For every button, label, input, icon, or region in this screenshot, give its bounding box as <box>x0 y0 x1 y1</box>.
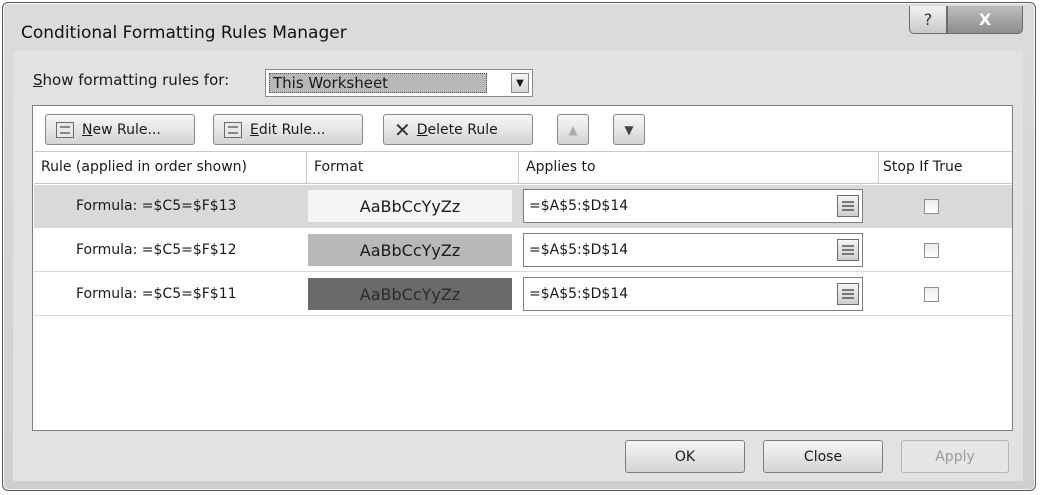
column-header-format: Format <box>307 152 519 183</box>
help-button[interactable]: ? <box>909 6 947 34</box>
rule-row[interactable]: Formula: =$C5=$F$13 AaBbCcYyZz =$A$5:$D$… <box>34 185 1012 228</box>
rules-panel: New Rule... Edit Rule... ✕ Delete Rule ▲… <box>32 105 1013 431</box>
new-rule-button[interactable]: New Rule... <box>45 114 195 145</box>
new-rule-label: New Rule... <box>82 121 161 138</box>
stop-if-true-checkbox[interactable] <box>924 243 939 258</box>
new-rule-icon <box>56 121 74 138</box>
window-close-button[interactable]: X <box>947 6 1023 34</box>
delete-rule-button[interactable]: ✕ Delete Rule <box>383 114 533 145</box>
arrow-up-icon: ▲ <box>568 122 578 137</box>
delete-rule-label: Delete Rule <box>416 121 498 138</box>
applies-to-value: =$A$5:$D$14 <box>529 198 629 214</box>
applies-to-input[interactable]: =$A$5:$D$14 <box>523 189 863 223</box>
column-header-applies-to: Applies to <box>519 152 879 183</box>
apply-button[interactable]: Apply <box>901 440 1009 473</box>
rule-formula: Formula: =$C5=$F$11 <box>76 286 237 302</box>
chevron-down-icon[interactable]: ▼ <box>511 73 529 93</box>
delete-icon: ✕ <box>394 117 411 142</box>
rules-toolbar: New Rule... Edit Rule... ✕ Delete Rule ▲… <box>33 106 1012 151</box>
applies-to-value: =$A$5:$D$14 <box>529 286 629 302</box>
applies-to-input[interactable]: =$A$5:$D$14 <box>523 233 863 267</box>
range-select-icon[interactable] <box>837 239 859 261</box>
rule-row[interactable]: Formula: =$C5=$F$12 AaBbCcYyZz =$A$5:$D$… <box>34 229 1012 272</box>
move-down-button[interactable]: ▼ <box>613 114 645 145</box>
applies-to-input[interactable]: =$A$5:$D$14 <box>523 277 863 311</box>
format-preview: AaBbCcYyZz <box>308 190 512 222</box>
rule-row[interactable]: Formula: =$C5=$F$11 AaBbCcYyZz =$A$5:$D$… <box>34 273 1012 316</box>
range-select-icon[interactable] <box>837 195 859 217</box>
close-icon: X <box>978 10 992 29</box>
arrow-down-icon: ▼ <box>624 122 634 137</box>
column-header-rule: Rule (applied in order shown) <box>34 152 307 183</box>
format-preview: AaBbCcYyZz <box>308 234 512 266</box>
show-rules-label: Show formatting rules for: <box>33 71 230 89</box>
dialog-content: Show formatting rules for: This Workshee… <box>13 51 1023 481</box>
dialog-window: Conditional Formatting Rules Manager ? X… <box>2 2 1036 491</box>
rule-formula: Formula: =$C5=$F$13 <box>76 198 237 214</box>
stop-if-true-checkbox[interactable] <box>924 199 939 214</box>
format-preview: AaBbCcYyZz <box>308 278 512 310</box>
help-icon: ? <box>923 10 933 29</box>
range-select-icon[interactable] <box>837 283 859 305</box>
edit-rule-button[interactable]: Edit Rule... <box>213 114 363 145</box>
close-button[interactable]: Close <box>763 440 883 473</box>
show-rules-selected-value: This Worksheet <box>269 73 487 93</box>
show-rules-dropdown[interactable]: This Worksheet ▼ <box>265 69 533 97</box>
edit-rule-icon <box>224 121 242 138</box>
dialog-title: Conditional Formatting Rules Manager <box>21 23 347 43</box>
edit-rule-label: Edit Rule... <box>250 121 326 138</box>
rules-table-header: Rule (applied in order shown) Format App… <box>34 151 1012 184</box>
rule-formula: Formula: =$C5=$F$12 <box>76 242 237 258</box>
move-up-button[interactable]: ▲ <box>557 114 589 145</box>
ok-button[interactable]: OK <box>625 440 745 473</box>
applies-to-value: =$A$5:$D$14 <box>529 242 629 258</box>
stop-if-true-checkbox[interactable] <box>924 287 939 302</box>
column-header-stop-if-true: Stop If True <box>883 159 963 175</box>
